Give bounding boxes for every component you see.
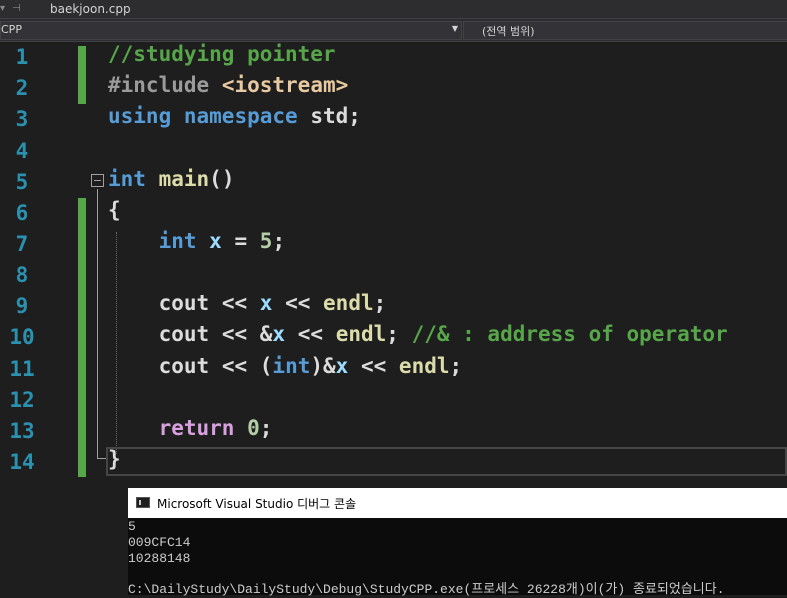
line-number: 8: [15, 263, 29, 287]
change-indicator: [78, 46, 86, 104]
debug-console-window[interactable]: Microsoft Visual Studio 디버그 콘솔 5 009CFC1…: [128, 488, 787, 597]
scope-label: (전역 범위): [482, 25, 535, 38]
number: 0: [247, 416, 260, 440]
line-number: 7: [15, 232, 29, 256]
control-keyword: return: [158, 416, 235, 440]
line-number: 1: [15, 45, 29, 69]
operator: <<: [221, 354, 248, 378]
console-output-line: 10288148: [128, 551, 191, 566]
pin-icon[interactable]: ⊣: [12, 3, 21, 14]
line-number: 12: [9, 388, 35, 412]
project-label: CPP: [1, 23, 22, 36]
include-header: <iostream>: [221, 73, 349, 97]
open-brace: {: [108, 198, 121, 222]
code-editor[interactable]: 1 2 3 4 5 6 7 8 9 10 11 12 13 14 //study…: [0, 42, 787, 487]
code-line-14: }: [108, 447, 121, 478]
line-number: 4: [15, 139, 29, 163]
function-name: endl: [398, 354, 450, 378]
variable: x: [259, 291, 273, 315]
code-line-2: #include <iostream>: [108, 73, 348, 104]
variable: x: [335, 354, 349, 378]
console-app-icon: [136, 497, 150, 508]
number: 5: [259, 229, 273, 253]
type-keyword: int: [158, 229, 197, 253]
console-output-line: 009CFC14: [128, 535, 191, 550]
operator: <<: [297, 322, 324, 346]
identifier: cout: [158, 291, 210, 315]
code-line-11: cout << (int)&x << endl;: [108, 354, 463, 385]
line-number: 5: [15, 170, 29, 194]
project-dropdown[interactable]: CPP ▼: [0, 21, 462, 40]
collapse-icon[interactable]: [91, 174, 104, 187]
outline-line: [97, 189, 98, 459]
identifier: std;: [310, 104, 361, 128]
line-number: 3: [15, 107, 29, 131]
line-number: 10: [9, 325, 35, 349]
keyword: using: [108, 104, 172, 128]
code-line-7: int x = 5;: [108, 229, 286, 260]
parenthesis: (: [259, 354, 273, 378]
console-title-bar[interactable]: Microsoft Visual Studio 디버그 콘솔: [128, 488, 787, 518]
operator: &: [259, 322, 273, 346]
semicolon: ;: [272, 229, 286, 253]
line-number: 13: [9, 419, 35, 443]
semicolon: ;: [386, 322, 399, 346]
code-line-9: cout << x << endl;: [108, 291, 387, 322]
type-keyword: int: [108, 167, 146, 191]
chevron-down-icon: ▼: [451, 24, 458, 33]
code-line-10: cout << &x << endl; //& : address of ope…: [108, 322, 728, 353]
keyword: namespace: [183, 104, 298, 128]
navigation-bar: CPP ▼ (전역 범위): [0, 19, 787, 42]
operator: =: [234, 229, 248, 253]
semicolon: ;: [259, 416, 273, 440]
console-output-line: 5: [128, 519, 136, 534]
preprocessor-directive: #include: [108, 73, 210, 97]
change-indicator: [78, 198, 86, 477]
parentheses: (): [209, 167, 235, 191]
operator: )&: [310, 354, 336, 378]
line-number: 9: [15, 294, 29, 318]
function-name: endl: [335, 322, 387, 346]
current-line-highlight: [106, 447, 787, 476]
variable: x: [272, 322, 286, 346]
code-line-3: using namespace std;: [108, 104, 361, 135]
operator: <<: [221, 322, 248, 346]
operator: <<: [360, 354, 387, 378]
semicolon: ;: [373, 291, 387, 315]
line-number: 6: [15, 201, 29, 225]
code-line-5: int main(): [108, 167, 234, 198]
code-line-1: //studying pointer: [108, 42, 336, 73]
comment: //& : address of operator: [411, 322, 728, 346]
line-number: 2: [15, 76, 29, 100]
code-line-6: {: [108, 198, 121, 229]
tab-pin-area: ▾ ⊣: [0, 2, 40, 16]
outline-end: [97, 458, 106, 459]
line-number: 14: [9, 450, 35, 474]
code-line-13: return 0;: [108, 416, 273, 447]
comment: //studying pointer: [108, 42, 336, 66]
identifier: cout: [158, 354, 210, 378]
operator: <<: [285, 291, 311, 315]
dropdown-arrow-icon[interactable]: ▾: [0, 3, 5, 14]
line-number: 11: [9, 357, 35, 381]
variable: x: [209, 229, 222, 253]
identifier: cout: [158, 322, 210, 346]
function-name: main: [158, 167, 210, 191]
document-tab-bar: ▾ ⊣ baekjoon.cpp: [0, 0, 787, 19]
function-name: endl: [323, 291, 374, 315]
type-keyword: int: [272, 354, 311, 378]
console-title: Microsoft Visual Studio 디버그 콘솔: [157, 497, 357, 511]
operator: <<: [221, 291, 248, 315]
console-exit-message: C:\DailyStudy\DailyStudy\Debug\StudyCPP.…: [128, 582, 725, 597]
semicolon: ;: [449, 354, 463, 378]
close-brace: }: [108, 447, 121, 471]
scope-dropdown[interactable]: (전역 범위): [463, 21, 787, 40]
file-tab[interactable]: baekjoon.cpp: [42, 0, 139, 18]
